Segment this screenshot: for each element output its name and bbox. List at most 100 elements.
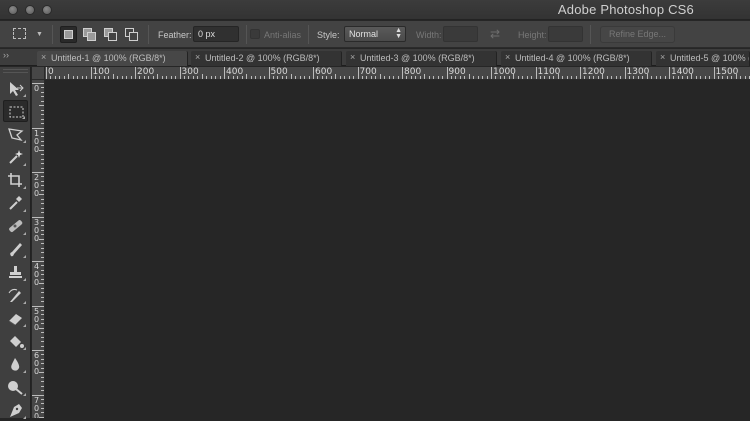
style-label: Style: — [317, 30, 340, 40]
ruler-minor-tick — [731, 76, 733, 79]
style-select[interactable]: Normal ▲ ▼ — [344, 26, 406, 42]
crop-tool[interactable] — [3, 169, 28, 191]
ruler-minor-tick — [281, 76, 283, 79]
ruler-minor-tick — [646, 74, 648, 79]
ruler-minor-tick — [161, 76, 163, 79]
document-tab-3[interactable]: × Untitled-3 @ 100% (RGB/8*) — [346, 51, 497, 66]
width-input[interactable] — [443, 26, 478, 42]
document-tab-4[interactable]: × Untitled-4 @ 100% (RGB/8*) — [501, 51, 652, 66]
tab-label: Untitled-2 @ 100% (RGB/8*) — [205, 53, 320, 63]
ruler-minor-tick — [264, 76, 266, 79]
ruler-minor-tick — [41, 323, 44, 325]
document-tab-1[interactable]: × Untitled-1 @ 100% (RGB/8*) — [37, 51, 188, 66]
ruler-minor-tick — [41, 180, 44, 182]
ruler-minor-tick — [628, 76, 630, 79]
flyout-indicator-icon — [23, 94, 26, 97]
ruler-minor-tick — [139, 76, 141, 79]
blur-tool[interactable] — [3, 353, 28, 375]
brush-tool[interactable] — [3, 238, 28, 260]
ruler-minor-tick — [126, 76, 128, 79]
ruler-major-tick — [535, 67, 537, 79]
ruler-minor-tick — [415, 76, 417, 79]
magic-wand-tool[interactable] — [3, 146, 28, 168]
title-bar: Adobe Photoshop CS6 — [0, 0, 750, 20]
tab-label: Untitled-4 @ 100% (RGB/8*) — [515, 53, 630, 63]
style-select-value: Normal — [349, 29, 379, 39]
ruler-minor-tick — [99, 76, 101, 79]
add-to-selection-button[interactable] — [81, 26, 98, 43]
ruler-minor-tick — [41, 314, 44, 316]
ruler-minor-tick — [41, 87, 44, 89]
ruler-minor-tick — [41, 154, 44, 156]
ruler-minor-tick — [602, 74, 604, 79]
collapse-panel-icon[interactable]: ›› — [3, 50, 9, 60]
healing-brush-tool[interactable] — [3, 215, 28, 237]
ruler-minor-tick — [304, 76, 306, 79]
ruler-minor-tick — [397, 76, 399, 79]
ruler-minor-tick — [175, 76, 177, 79]
ruler-minor-tick — [588, 76, 590, 79]
clone-stamp-tool[interactable] — [3, 261, 28, 283]
ruler-minor-tick — [259, 76, 261, 79]
ruler-label: 700 — [34, 395, 40, 418]
eraser-tool[interactable] — [3, 307, 28, 329]
height-input[interactable] — [548, 26, 583, 42]
ruler-major-tick — [580, 67, 581, 79]
close-icon[interactable]: × — [41, 52, 46, 62]
ruler-origin[interactable] — [32, 67, 45, 80]
swap-arrows-icon[interactable]: ⇄ — [490, 27, 500, 41]
vertical-ruler[interactable]: 0100200300400500600700 — [32, 80, 45, 418]
subtract-from-selection-button[interactable] — [102, 26, 119, 43]
lasso-tool[interactable] — [3, 123, 28, 145]
feather-input[interactable]: 0 px — [193, 26, 239, 42]
close-icon[interactable]: × — [350, 52, 355, 62]
tool-preset-picker[interactable]: ▼ — [10, 25, 44, 44]
flyout-indicator-icon — [23, 301, 26, 304]
ruler-minor-tick — [531, 76, 533, 79]
ruler-minor-tick — [197, 76, 199, 79]
ruler-minor-tick — [384, 76, 386, 79]
rectangular-marquee-tool[interactable] — [3, 100, 28, 122]
ruler-minor-tick — [660, 76, 662, 79]
ruler-major-tick — [135, 67, 136, 79]
horizontal-ruler[interactable]: 0 100 200 300 400 500 600 700 800 900 1000 1100 1200… — [32, 67, 750, 80]
paint-bucket-tool[interactable] — [3, 330, 28, 352]
move-icon — [10, 82, 24, 96]
ruler-minor-tick — [468, 74, 470, 79]
ruler-major-tick — [90, 67, 92, 79]
ruler-minor-tick — [117, 76, 119, 79]
ruler-minor-tick — [41, 234, 44, 236]
close-icon[interactable]: × — [660, 52, 665, 62]
ruler-minor-tick — [633, 76, 635, 79]
ruler-minor-tick — [700, 76, 702, 79]
refine-edge-button[interactable]: Refine Edge... — [600, 26, 675, 43]
ruler-minor-tick — [317, 76, 319, 79]
document-tab-2[interactable]: × Untitled-2 @ 100% (RGB/8*) — [191, 51, 342, 66]
ruler-minor-tick — [370, 76, 372, 79]
ruler-minor-tick — [41, 318, 44, 320]
close-window-button[interactable] — [8, 5, 18, 15]
ruler-minor-tick — [108, 76, 110, 79]
minimize-window-button[interactable] — [25, 5, 35, 15]
ruler-minor-tick — [353, 76, 355, 79]
flyout-indicator-icon — [23, 347, 26, 350]
close-icon[interactable]: × — [505, 52, 510, 62]
document-canvas[interactable] — [46, 81, 750, 418]
ruler-minor-tick — [41, 296, 44, 298]
ruler-minor-tick — [682, 76, 684, 79]
move-tool[interactable] — [3, 77, 28, 99]
ruler-minor-tick — [348, 76, 350, 79]
history-brush-tool[interactable] — [3, 284, 28, 306]
zoom-window-button[interactable] — [42, 5, 52, 15]
anti-alias-checkbox[interactable] — [250, 29, 260, 39]
dodge-tool[interactable] — [3, 376, 28, 398]
intersect-with-selection-button[interactable] — [123, 26, 140, 43]
document-tab-5[interactable]: × Untitled-5 @ 100% (RGB/8*) — [656, 51, 750, 66]
close-icon[interactable]: × — [195, 52, 200, 62]
panel-grip[interactable] — [3, 69, 28, 73]
ruler-minor-tick — [170, 76, 172, 79]
eyedropper-tool[interactable] — [3, 192, 28, 214]
ruler-minor-tick — [41, 287, 44, 289]
new-selection-button[interactable] — [60, 26, 77, 43]
ruler-minor-tick — [295, 76, 297, 79]
